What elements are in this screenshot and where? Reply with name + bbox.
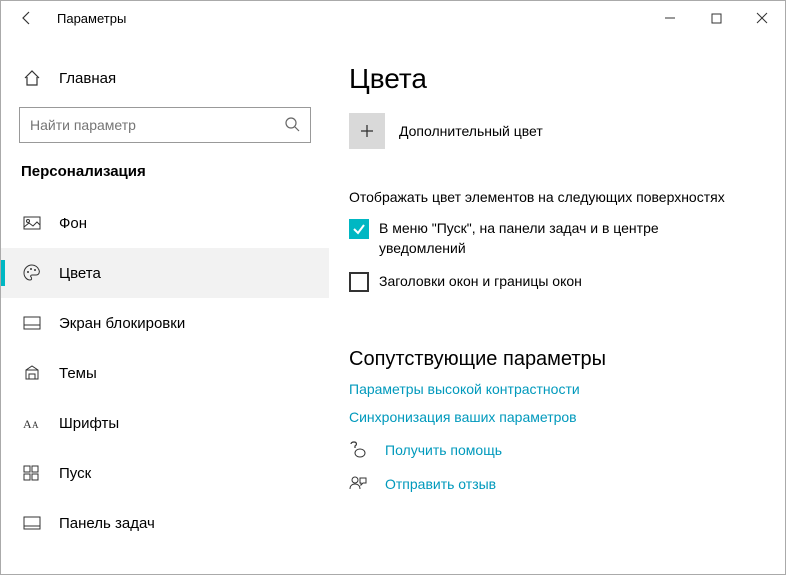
sidebar: Главная Персонализация Фон Цвета Экран: [1, 35, 329, 576]
link-high-contrast[interactable]: Параметры высокой контрастности: [349, 381, 755, 397]
search-input[interactable]: [30, 117, 284, 133]
fonts-icon: AA: [23, 416, 45, 430]
close-button[interactable]: [739, 1, 785, 35]
checkbox-start-taskbar[interactable]: В меню "Пуск", на панели задач и в центр…: [349, 219, 749, 258]
checkbox-label: В меню "Пуск", на панели задач и в центр…: [379, 219, 749, 258]
feedback-row[interactable]: Отправить отзыв: [349, 475, 755, 493]
taskbar-icon: [23, 516, 45, 530]
window-title: Параметры: [57, 11, 126, 26]
link-sync-settings[interactable]: Синхронизация ваших параметров: [349, 409, 755, 425]
checkbox-titlebars[interactable]: Заголовки окон и границы окон: [349, 272, 749, 292]
sidebar-item-label: Шрифты: [59, 415, 119, 432]
lockscreen-icon: [23, 316, 45, 330]
add-color-row[interactable]: Дополнительный цвет: [349, 113, 755, 149]
section-title: Персонализация: [1, 161, 329, 198]
checkbox-icon[interactable]: [349, 219, 369, 239]
home-label: Главная: [59, 70, 116, 87]
titlebar: Параметры: [1, 1, 785, 35]
surfaces-label: Отображать цвет элементов на следующих п…: [349, 189, 755, 205]
sidebar-item-colors[interactable]: Цвета: [1, 248, 329, 298]
themes-icon: [23, 364, 45, 382]
sidebar-item-label: Фон: [59, 215, 87, 232]
page-heading: Цвета: [349, 63, 755, 95]
sidebar-item-fonts[interactable]: AA Шрифты: [1, 398, 329, 448]
help-icon: [349, 441, 371, 459]
start-icon: [23, 465, 45, 481]
sidebar-item-label: Темы: [59, 365, 97, 382]
get-help-label: Получить помощь: [385, 442, 502, 458]
sidebar-item-label: Пуск: [59, 465, 91, 482]
palette-icon: [23, 264, 45, 282]
svg-text:A: A: [32, 420, 39, 430]
checkbox-label: Заголовки окон и границы окон: [379, 272, 582, 292]
get-help-row[interactable]: Получить помощь: [349, 441, 755, 459]
feedback-label: Отправить отзыв: [385, 476, 496, 492]
add-color-button[interactable]: [349, 113, 385, 149]
search-box[interactable]: [19, 107, 311, 143]
home-nav[interactable]: Главная: [1, 63, 329, 101]
sidebar-item-start[interactable]: Пуск: [1, 448, 329, 498]
plus-icon: [359, 123, 375, 139]
sidebar-item-label: Экран блокировки: [59, 315, 185, 332]
sidebar-item-background[interactable]: Фон: [1, 198, 329, 248]
sidebar-item-themes[interactable]: Темы: [1, 348, 329, 398]
checkbox-icon[interactable]: [349, 272, 369, 292]
sidebar-item-label: Панель задач: [59, 515, 155, 532]
sidebar-item-label: Цвета: [59, 265, 101, 282]
home-icon: [23, 69, 45, 87]
maximize-button[interactable]: [693, 1, 739, 35]
content: Цвета Дополнительный цвет Отображать цве…: [329, 35, 785, 576]
related-heading: Сопутствующие параметры: [349, 348, 755, 371]
svg-text:A: A: [23, 417, 32, 430]
picture-icon: [23, 216, 45, 230]
minimize-button[interactable]: [647, 1, 693, 35]
add-color-label: Дополнительный цвет: [399, 123, 543, 139]
sidebar-item-taskbar[interactable]: Панель задач: [1, 498, 329, 548]
feedback-icon: [349, 475, 371, 493]
search-icon: [284, 116, 300, 135]
back-button[interactable]: [11, 2, 43, 34]
sidebar-item-lockscreen[interactable]: Экран блокировки: [1, 298, 329, 348]
